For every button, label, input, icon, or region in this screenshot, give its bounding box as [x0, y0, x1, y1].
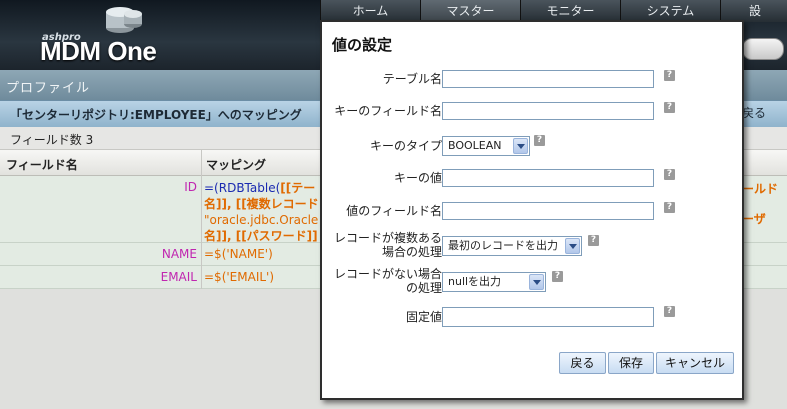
field-label: キーの値 [393, 171, 442, 185]
back-button[interactable]: 戻る [559, 352, 606, 374]
mapping-overflow-text: ールド [742, 182, 779, 196]
field-label: キーのフィールド名 [334, 104, 442, 118]
field-label: キーのタイプ [369, 139, 442, 153]
key-type-select[interactable]: BOOLEAN [442, 136, 530, 156]
field-count: フィールド数 3 [10, 133, 94, 147]
field-label: レコードが複数ある 場合の処理 [322, 231, 442, 259]
field-name: EMAIL [160, 270, 197, 284]
nav-master[interactable]: マスター [420, 0, 520, 22]
mapping-expression: =$('EMAIL') [204, 270, 275, 284]
mapping-line: "oracle.jdbc.Oracle [204, 212, 319, 228]
nav-settings[interactable]: 設 [720, 0, 787, 22]
field-label: テーブル名 [382, 72, 442, 86]
help-icon[interactable]: ? [664, 169, 675, 180]
header-pill-button[interactable] [742, 38, 784, 60]
mapping-expression: =$('NAME') [204, 247, 273, 261]
help-icon[interactable]: ? [664, 306, 675, 317]
mapping-token: "oracle.jdbc.Oracle [204, 213, 319, 227]
field-name: ID [184, 180, 197, 194]
mapping-line: 名]], [[複数レコード [204, 196, 319, 212]
dialog-title: 値の設定 [332, 36, 393, 54]
multi-record-select[interactable]: 最初のレコードを出力 [442, 236, 582, 256]
chevron-down-icon[interactable] [565, 238, 580, 254]
column-divider [201, 150, 202, 289]
mapping-expression: =(RDBTable([[テー 名]], [[複数レコード "oracle.jd… [204, 180, 319, 244]
nav-system[interactable]: システム [620, 0, 720, 22]
help-icon[interactable]: ? [664, 202, 675, 213]
field-label-line: レコードがない場合 [333, 267, 442, 281]
logo-title: MDM One [40, 36, 157, 66]
column-header-field: フィールド名 [6, 158, 78, 172]
no-record-selected: nullを出力 [448, 275, 502, 288]
fixed-value-input[interactable] [442, 307, 654, 327]
field-label: 固定値 [405, 310, 442, 324]
field-name: NAME [161, 247, 197, 261]
cancel-button[interactable]: キャンセル [656, 352, 734, 374]
chevron-down-icon[interactable] [513, 138, 528, 154]
database-logo-icon [106, 7, 142, 33]
help-icon[interactable]: ? [664, 70, 675, 81]
no-record-select[interactable]: nullを出力 [442, 272, 546, 292]
mapping-token: 名]], [[パスワード]] [204, 229, 318, 243]
field-label-line: の処理 [405, 281, 442, 295]
mapping-title: 「センターリポジトリ:EMPLOYEE」へのマッピング [10, 108, 302, 122]
help-icon[interactable]: ? [534, 135, 545, 146]
mapping-token: [[テー [280, 181, 316, 195]
table-name-input[interactable] [442, 70, 654, 88]
multi-record-selected: 最初のレコードを出力 [448, 239, 558, 252]
key-field-input[interactable] [442, 102, 654, 120]
help-icon[interactable]: ? [588, 235, 599, 246]
help-icon[interactable]: ? [664, 102, 675, 113]
mapping-token: =(RDBTable( [204, 181, 281, 195]
field-label: レコードがない場合 の処理 [322, 267, 442, 295]
main-nav: ホーム マスター モニター システム 設 [320, 0, 787, 22]
save-button[interactable]: 保存 [608, 352, 654, 374]
chevron-down-icon[interactable] [529, 274, 544, 290]
key-value-input[interactable] [442, 169, 654, 187]
mapping-line: 名]], [[パスワード]] [204, 228, 319, 244]
value-settings-dialog: 値の設定 テーブル名 ? キーのフィールド名 ? キーのタイプ BOOLEAN … [320, 20, 744, 400]
field-label-line: レコードが複数ある [333, 231, 442, 245]
nav-monitor[interactable]: モニター [520, 0, 620, 22]
value-field-input[interactable] [442, 202, 654, 220]
mapping-token: 名]], [[複数レコード [204, 197, 319, 211]
field-label: 値のフィールド名 [346, 204, 442, 218]
mapping-line: =(RDBTable([[テー [204, 180, 319, 196]
help-icon[interactable]: ? [552, 271, 563, 282]
page-back-button[interactable]: 戻る [742, 104, 766, 121]
column-header-mapping: マッピング [206, 158, 267, 172]
key-type-selected: BOOLEAN [448, 139, 502, 152]
field-label-line: 場合の処理 [381, 245, 442, 259]
mapping-overflow-text: ーザ [742, 212, 766, 226]
page-title: プロファイル [6, 81, 91, 96]
nav-home[interactable]: ホーム [320, 0, 420, 22]
